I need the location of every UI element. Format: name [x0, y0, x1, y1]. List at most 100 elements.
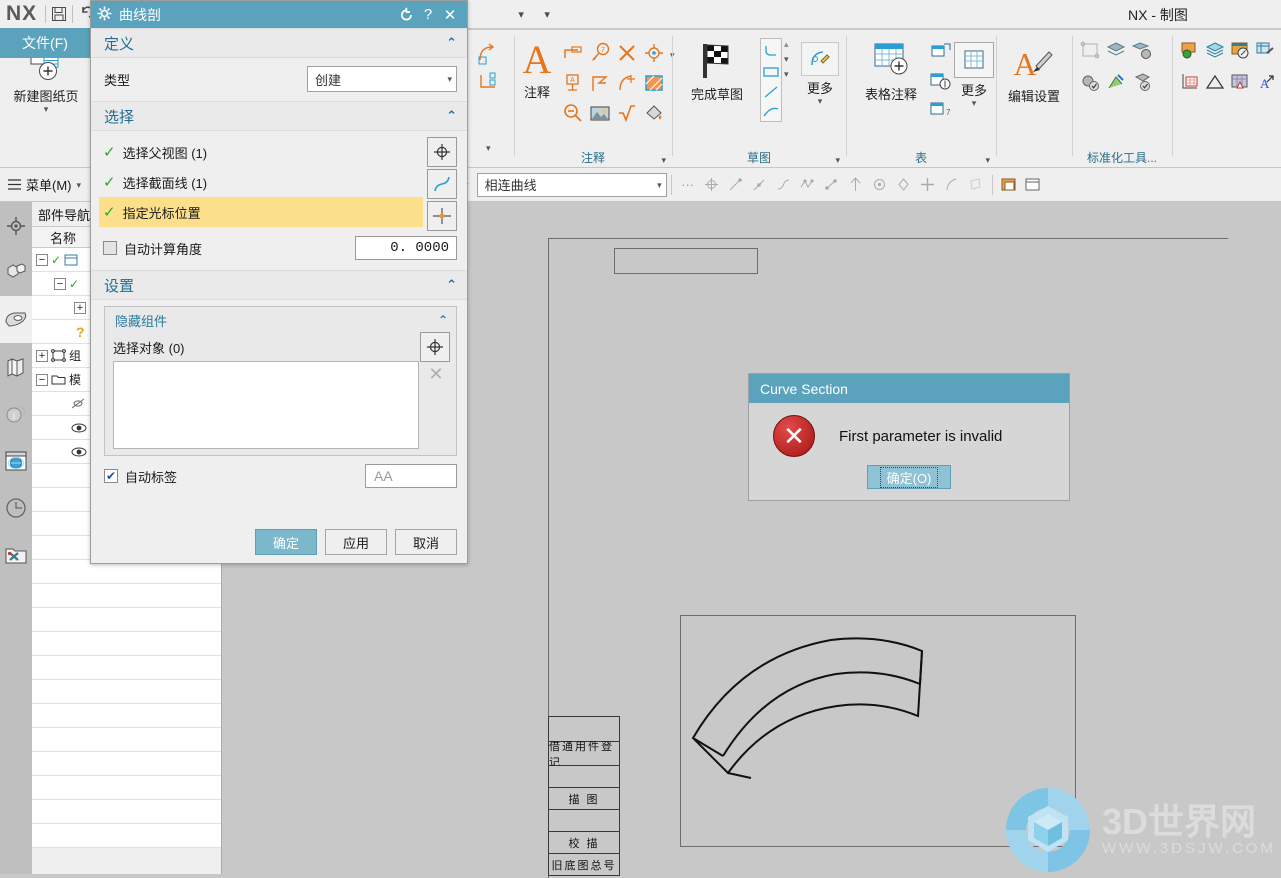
approve-icon[interactable]: [1132, 72, 1152, 95]
hidden-components-header[interactable]: 隐藏组件 ⌃: [105, 307, 456, 333]
error-dialog[interactable]: Curve Section ✕ First parameter is inval…: [748, 373, 1070, 501]
validate-icon[interactable]: [1080, 72, 1100, 95]
list-item[interactable]: [32, 680, 221, 704]
file-tab[interactable]: 文件(F): [0, 28, 90, 58]
list-item[interactable]: [32, 728, 221, 752]
hidden-components-listbox[interactable]: [113, 361, 419, 449]
flag-note-icon[interactable]: [589, 72, 611, 97]
snap-existing-point-icon[interactable]: [916, 172, 940, 198]
snap-all-icon[interactable]: [700, 172, 724, 198]
annotation-move-icon[interactable]: A: [1255, 72, 1275, 95]
close-icon[interactable]: ✕: [439, 4, 461, 26]
chart-xy-icon[interactable]: [1180, 72, 1200, 95]
gallery-scroll[interactable]: ▴ ▾ ▾: [784, 40, 789, 79]
more-ellipsis-icon[interactable]: ···: [676, 172, 700, 198]
clear-x-icon[interactable]: ✕: [423, 361, 449, 387]
extract-curve-icon[interactable]: [476, 42, 500, 69]
sidebar-item-part-navigator[interactable]: [0, 296, 32, 343]
layers-settings-icon[interactable]: [1131, 40, 1152, 63]
sketch-more-button[interactable]: 更多 ▾: [796, 42, 844, 106]
curve-rule-dropdown[interactable]: 相连曲线 ▾: [476, 172, 667, 197]
view-stack-icon[interactable]: [1205, 40, 1225, 63]
reset-icon[interactable]: [395, 4, 417, 26]
snap-arc-center-icon[interactable]: [820, 172, 844, 198]
chevron-down-icon[interactable]: ▾: [447, 75, 452, 84]
type-dropdown[interactable]: 创建 ▾: [307, 66, 457, 92]
error-ok-button[interactable]: 确定(O): [867, 465, 951, 489]
table-warning-icon[interactable]: [1230, 72, 1250, 95]
sidebar-item-reuse-library[interactable]: [0, 343, 32, 390]
list-item[interactable]: [32, 704, 221, 728]
finish-sketch-button[interactable]: 完成草图: [676, 40, 758, 103]
auto-angle-checkbox[interactable]: 自动计算角度: [103, 239, 202, 258]
triangle-icon[interactable]: [1205, 72, 1225, 95]
dialog-title-bar[interactable]: 曲线剖 ? ✕: [91, 1, 467, 28]
view-settings-icon[interactable]: [1255, 40, 1275, 63]
section-header-definition[interactable]: 定义 ⌃: [91, 28, 467, 58]
list-item[interactable]: [32, 632, 221, 656]
select-parent-view-row[interactable]: ✓ 选择父视图 (1): [99, 137, 423, 167]
center-mark-icon[interactable]: [643, 42, 665, 67]
label-input[interactable]: AA: [365, 464, 457, 488]
part-family-table-icon[interactable]: [930, 42, 952, 65]
chevron-down-icon[interactable]: ▾: [486, 144, 491, 153]
table-group-expand-icon[interactable]: ▾: [985, 156, 990, 165]
annotation-group-expand-icon[interactable]: ▾: [661, 156, 666, 165]
dimension-linear-icon[interactable]: [562, 42, 584, 67]
bend-table-icon[interactable]: 7: [930, 100, 952, 123]
list-item[interactable]: [32, 776, 221, 800]
help-icon[interactable]: ?: [417, 4, 439, 26]
snap-midpoint-icon[interactable]: [748, 172, 772, 198]
render-style-icon[interactable]: [1021, 172, 1045, 198]
angle-input[interactable]: 0. 0000: [355, 236, 457, 260]
expander-icon[interactable]: −: [36, 253, 48, 266]
zoom-out-icon[interactable]: [562, 102, 584, 127]
image-icon[interactable]: [589, 102, 611, 127]
surface-finish-icon[interactable]: A: [562, 72, 584, 97]
sidebar-item-system-materials[interactable]: [0, 531, 32, 578]
paint-drop-icon[interactable]: [643, 102, 665, 127]
expander-icon[interactable]: −: [36, 373, 48, 386]
list-item[interactable]: [32, 608, 221, 632]
snap-face-icon[interactable]: [964, 172, 988, 198]
gallery-up-icon[interactable]: ▴: [784, 40, 789, 49]
annotation-button[interactable]: A 注释: [514, 40, 560, 101]
display-mode-icon[interactable]: [997, 172, 1021, 198]
snap-intersection-icon[interactable]: [796, 172, 820, 198]
snap-point-icon[interactable]: [868, 172, 892, 198]
chevron-up-icon[interactable]: ⌃: [446, 35, 457, 51]
hole-table-icon[interactable]: [930, 71, 952, 94]
section-header-settings[interactable]: 设置 ⌃: [91, 270, 467, 300]
snap-endpoint-icon[interactable]: [724, 172, 748, 198]
layers-icon[interactable]: [1106, 40, 1126, 63]
sidebar-item-history[interactable]: [0, 484, 32, 531]
check-drawing-icon[interactable]: [1080, 40, 1100, 63]
measure-icon[interactable]: [1106, 72, 1126, 95]
expander-icon[interactable]: −: [54, 277, 66, 290]
list-item[interactable]: [32, 656, 221, 680]
snap-tangent-icon[interactable]: [892, 172, 916, 198]
quick-access-more-icon[interactable]: ▾: [534, 2, 560, 26]
customize-dropdown-icon[interactable]: ▾: [508, 2, 534, 26]
select-curve-button[interactable]: [427, 169, 457, 199]
chevron-down-icon[interactable]: ▾: [818, 97, 823, 106]
menu-button[interactable]: 菜单(M) ▾: [0, 172, 89, 198]
table-more-button[interactable]: 更多 ▾: [950, 42, 998, 108]
snap-control-point-icon[interactable]: [772, 172, 796, 198]
chevron-down-icon[interactable]: ▾: [972, 99, 977, 108]
point-constructor-button[interactable]: [427, 137, 457, 167]
save-icon[interactable]: [46, 2, 72, 26]
chevron-up-icon[interactable]: ⌃: [438, 313, 448, 327]
edit-settings-button[interactable]: A 编辑设置: [992, 44, 1076, 105]
list-item[interactable]: [32, 752, 221, 776]
ok-button[interactable]: 确定: [255, 529, 317, 555]
chevron-down-icon[interactable]: ▾: [657, 180, 662, 189]
gallery-expand-icon[interactable]: ▾: [784, 70, 789, 79]
view-create-icon[interactable]: [1180, 40, 1200, 63]
cross-symbol-icon[interactable]: [616, 42, 638, 67]
sidebar-item-hd3d-tools[interactable]: i: [0, 390, 32, 437]
drawing-view-box[interactable]: [680, 615, 1076, 847]
expander-icon[interactable]: +: [36, 349, 48, 362]
auto-label-checkbox[interactable]: ✔ 自动标签: [104, 467, 177, 486]
list-item[interactable]: [32, 824, 221, 848]
